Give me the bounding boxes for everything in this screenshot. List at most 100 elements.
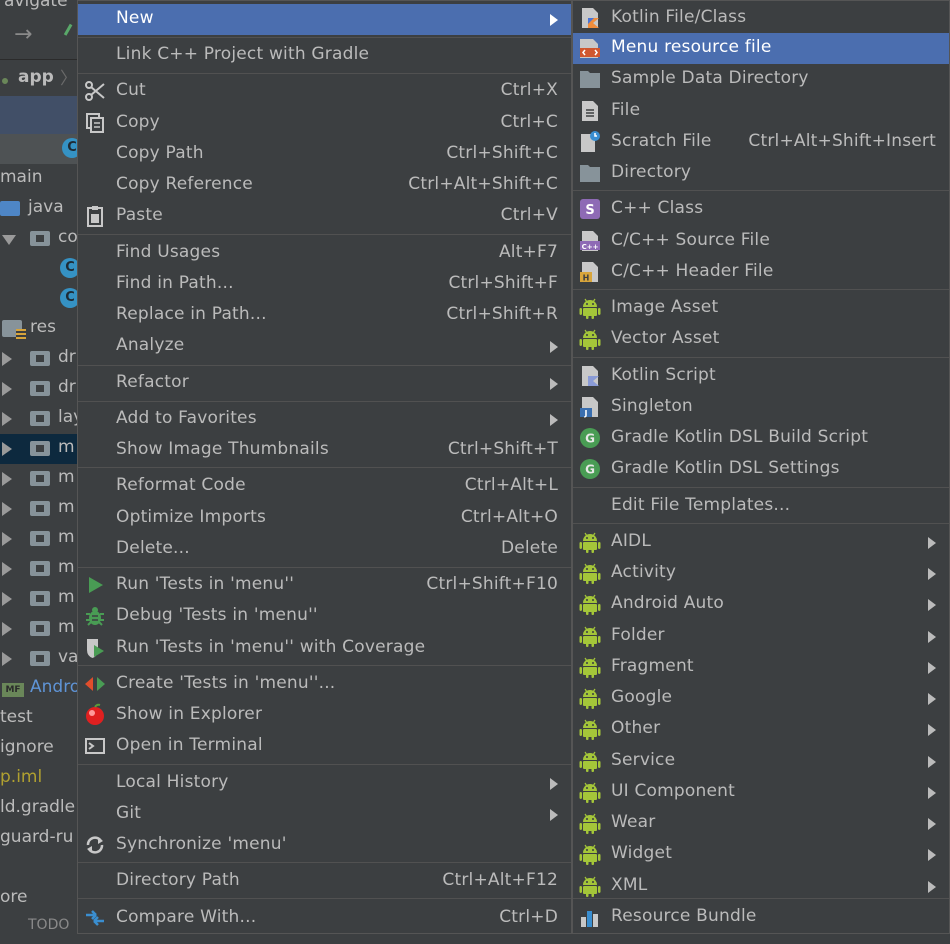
expand-arrow-icon[interactable] [2,382,12,396]
tree-row[interactable]: m [0,494,78,524]
menu-item-other[interactable]: Other [573,714,949,745]
tree-row[interactable]: test [0,704,78,734]
tree-row[interactable]: TODO [0,914,78,944]
tree-row[interactable]: dr [0,344,78,374]
menu-item-activity[interactable]: Activity [573,558,949,589]
menu-item-cut[interactable]: Cut Ctrl+X [78,76,571,107]
menu-item-c-c-source-file[interactable]: C++ C/C++ Source File [573,226,949,257]
tree-row[interactable]: m [0,554,78,584]
menu-item-resource-bundle[interactable]: Resource Bundle [573,902,949,933]
menu-item-gradle-kotlin-dsl-settings[interactable]: G Gradle Kotlin DSL Settings [573,454,949,485]
tree-row[interactable]: C [0,284,78,314]
tree-row[interactable]: lay [0,404,78,434]
expand-arrow-icon[interactable] [2,412,12,426]
tree-row[interactable]: p.iml [0,764,78,794]
menu-item-link-c-project-with-gradle[interactable]: Link C++ Project with Gradle [78,40,571,71]
menu-item-singleton[interactable]: J Singleton [573,392,949,423]
tree-row[interactable]: main [0,164,78,194]
menu-item-aidl[interactable]: AIDL [573,527,949,558]
tree-row[interactable]: C [0,254,78,284]
menu-item-kotlin-script[interactable]: Kotlin Script [573,361,949,392]
menu-item-git[interactable]: Git [78,799,571,830]
menu-item-scratch-file[interactable]: Scratch File Ctrl+Alt+Shift+Insert [573,127,949,158]
menu-item-copy-reference[interactable]: Copy Reference Ctrl+Alt+Shift+C [78,170,571,201]
menu-item-kotlin-file-class[interactable]: Kotlin File/Class [573,3,949,34]
menu-item-label: XML [611,875,648,895]
expand-arrow-icon[interactable] [2,562,12,576]
menu-item-synchronize-menu[interactable]: Synchronize 'menu' [78,830,571,861]
menu-item-gradle-kotlin-dsl-build-script[interactable]: G Gradle Kotlin DSL Build Script [573,423,949,454]
menu-item-find-in-path[interactable]: Find in Path... Ctrl+Shift+F [78,269,571,300]
menu-item-directory[interactable]: Directory [573,158,949,189]
expand-arrow-icon[interactable] [2,502,12,516]
menu-item-image-asset[interactable]: Image Asset [573,293,949,324]
menu-item-file[interactable]: File [573,96,949,127]
menu-item-debug-tests-in-menu[interactable]: Debug 'Tests in 'menu'' [78,601,571,632]
menu-bar-navigate[interactable]: avigate [4,0,68,11]
menu-item-local-history[interactable]: Local History [78,768,571,799]
menu-item-widget[interactable]: Widget [573,839,949,870]
tree-row[interactable]: m [0,584,78,614]
menu-item-copy-path[interactable]: Copy Path Ctrl+Shift+C [78,139,571,170]
forward-arrow-icon[interactable]: → [14,22,32,47]
menu-item-find-usages[interactable]: Find Usages Alt+F7 [78,238,571,269]
expand-arrow-icon[interactable] [2,442,12,456]
menu-item-replace-in-path[interactable]: Replace in Path... Ctrl+Shift+R [78,300,571,331]
expand-arrow-icon[interactable] [2,622,12,636]
menu-item-optimize-imports[interactable]: Optimize Imports Ctrl+Alt+O [78,503,571,534]
menu-item-android-auto[interactable]: Android Auto [573,589,949,620]
menu-item-google[interactable]: Google [573,683,949,714]
collapse-arrow-icon[interactable] [2,235,16,245]
menu-item-service[interactable]: Service [573,746,949,777]
tree-row[interactable]: ignore [0,734,78,764]
expand-arrow-icon[interactable] [2,652,12,666]
menu-item-c-c-header-file[interactable]: H C/C++ Header File [573,257,949,288]
menu-item-run-tests-in-menu-with-coverage[interactable]: Run 'Tests in 'menu'' with Coverage [78,633,571,664]
tree-row[interactable]: m [0,464,78,494]
tree-row[interactable]: dr [0,374,78,404]
tree-row[interactable]: res [0,314,78,344]
tree-row[interactable]: C [0,134,78,164]
menu-item-wear[interactable]: Wear [573,808,949,839]
menu-item-delete[interactable]: Delete... Delete [78,534,571,565]
menu-item-open-in-terminal[interactable]: Open in Terminal [78,731,571,762]
tree-row[interactable]: m [0,524,78,554]
tree-row[interactable]: java [0,194,78,224]
menu-item-show-image-thumbnails[interactable]: Show Image Thumbnails Ctrl+Shift+T [78,435,571,466]
menu-item-edit-file-templates[interactable]: Edit File Templates... [573,491,949,522]
menu-item-run-tests-in-menu[interactable]: Run 'Tests in 'menu'' Ctrl+Shift+F10 [78,570,571,601]
tree-row[interactable]: ore [0,884,78,914]
expand-arrow-icon[interactable] [2,592,12,606]
tree-row[interactable]: ld.gradle [0,794,78,824]
menu-item-add-to-favorites[interactable]: Add to Favorites [78,404,571,435]
menu-item-create-tests-in-menu[interactable]: Create 'Tests in 'menu''... [78,669,571,700]
menu-item-c-class[interactable]: S C++ Class [573,194,949,225]
menu-item-folder[interactable]: Folder [573,621,949,652]
menu-item-menu-resource-file[interactable]: Menu resource file [573,33,949,64]
expand-arrow-icon[interactable] [2,352,12,366]
menu-item-sample-data-directory[interactable]: Sample Data Directory [573,64,949,95]
menu-item-fragment[interactable]: Fragment [573,652,949,683]
menu-item-directory-path[interactable]: Directory Path Ctrl+Alt+F12 [78,866,571,897]
project-tree[interactable]: CmainjavacoCCresdrdrlaymmmmmmmvaMFAndrot… [0,96,78,934]
menu-item-ui-component[interactable]: UI Component [573,777,949,808]
menu-item-reformat-code[interactable]: Reformat Code Ctrl+Alt+L [78,471,571,502]
tree-row[interactable]: va [0,644,78,674]
menu-item-copy[interactable]: Copy Ctrl+C [78,108,571,139]
menu-item-vector-asset[interactable]: Vector Asset [573,324,949,355]
expand-arrow-icon[interactable] [2,472,12,486]
breadcrumb[interactable]: app 〉 [0,62,78,94]
menu-item-new[interactable]: New [78,4,571,35]
menu-item-refactor[interactable]: Refactor [78,368,571,399]
breadcrumb-app[interactable]: app [18,67,54,87]
tree-row[interactable]: m [0,434,78,464]
tree-row[interactable]: co [0,224,78,254]
menu-item-paste[interactable]: Paste Ctrl+V [78,201,571,232]
tree-row[interactable]: m [0,614,78,644]
menu-item-show-in-explorer[interactable]: Show in Explorer [78,700,571,731]
tree-row[interactable]: guard-ru [0,824,78,854]
menu-item-compare-with[interactable]: Compare With... Ctrl+D [78,903,571,934]
tree-row[interactable]: MF Andro [0,674,78,704]
menu-item-analyze[interactable]: Analyze [78,331,571,362]
expand-arrow-icon[interactable] [2,532,12,546]
